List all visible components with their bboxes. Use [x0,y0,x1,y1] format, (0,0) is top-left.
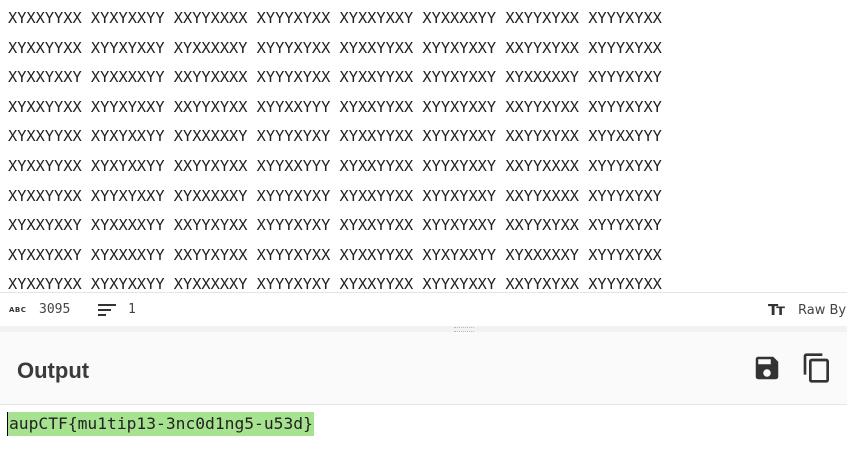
text-size-icon[interactable]: Tт [768,301,785,319]
save-icon[interactable] [752,353,782,383]
line-count: 1 [128,302,136,317]
output-text-area[interactable]: aupCTF{mu1tip13-3nc0d1ng5-u53d} [0,405,847,469]
lines-icon [98,304,116,316]
character-count: 3095 [39,302,71,317]
raw-bytes-toggle[interactable]: Raw By [798,303,846,318]
input-text-area[interactable]: XYXXYYXX XYXYXXYY XXYYXXXX XYYYXYXX XYXX… [0,0,847,292]
abc-icon: ABC [9,306,27,314]
output-title: Output [17,358,90,383]
copy-icon[interactable] [801,351,833,385]
output-header: Output [0,332,847,405]
output-text[interactable]: aupCTF{mu1tip13-3nc0d1ng5-u53d} [7,412,314,436]
status-bar: ABC 3095 1 Tт Raw By [0,292,847,327]
input-text[interactable]: XYXXYYXX XYXYXXYY XXYYXXXX XYYYXYXX XYXX… [8,4,662,292]
